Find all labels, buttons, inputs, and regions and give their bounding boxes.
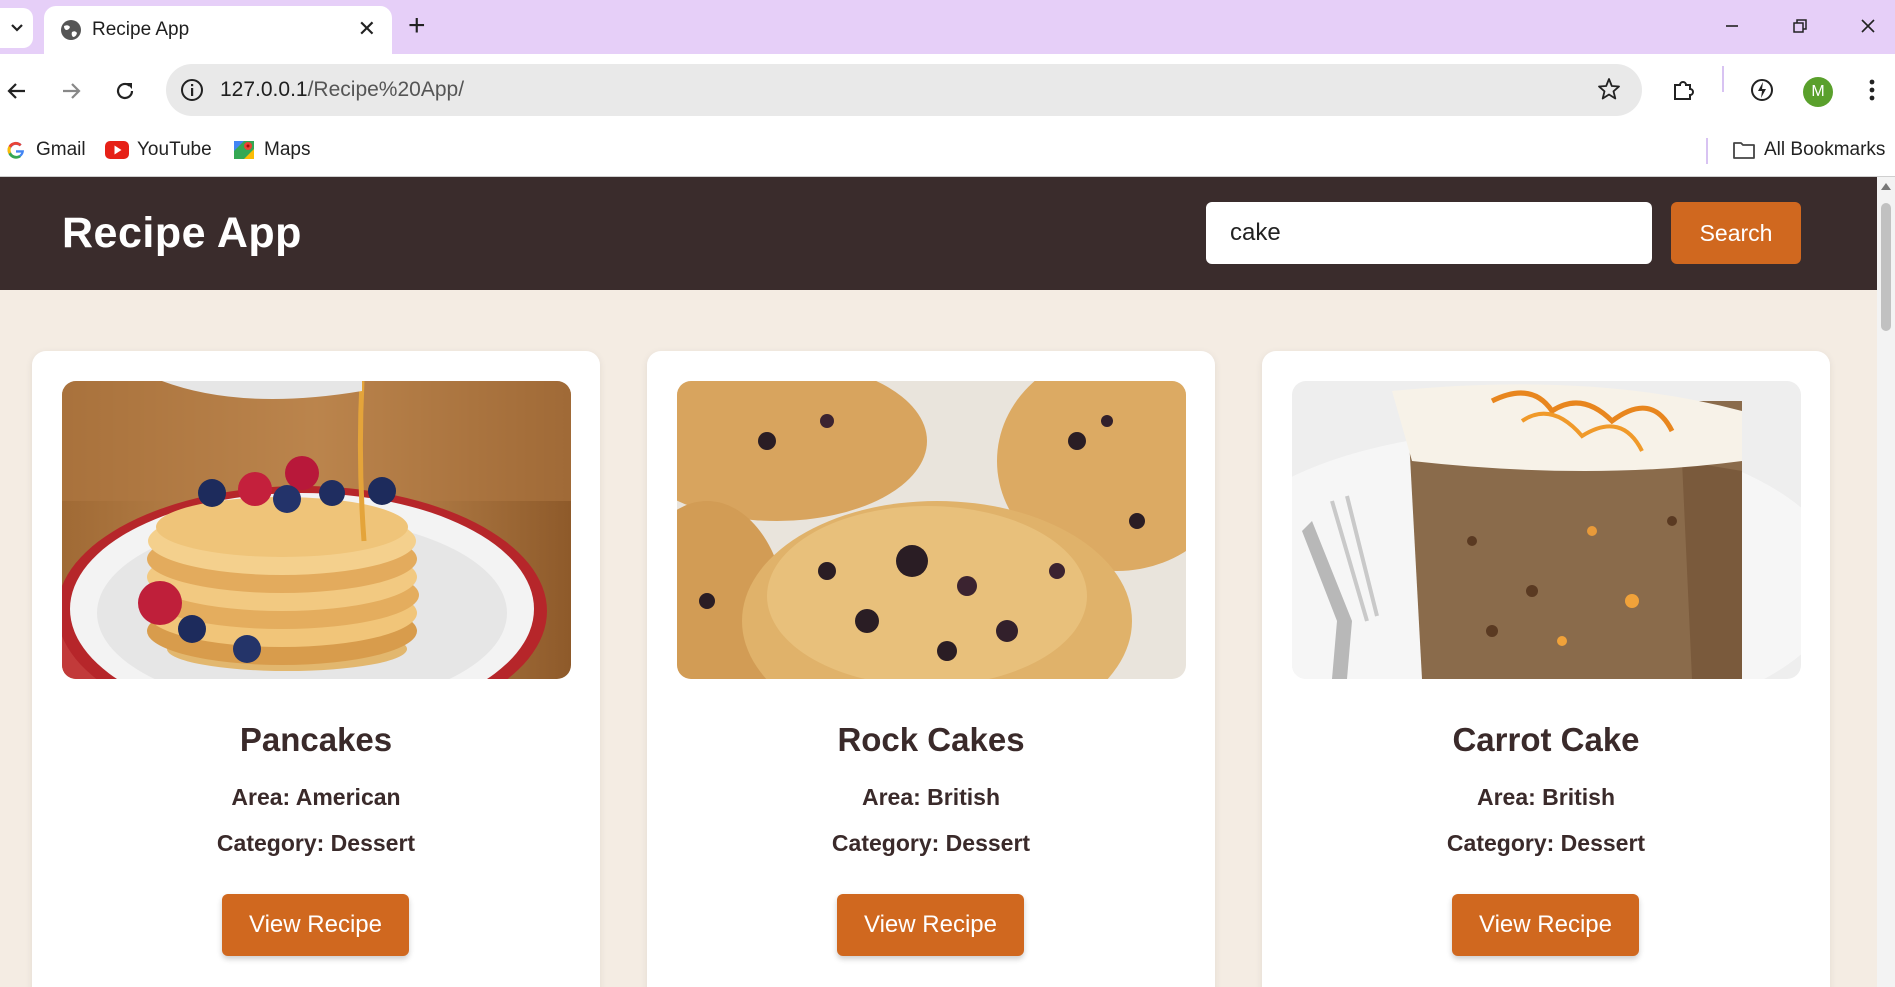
more-vertical-icon	[1869, 79, 1875, 101]
google-icon	[4, 138, 28, 162]
app-title: Recipe App	[62, 209, 302, 257]
site-info-icon[interactable]	[178, 76, 206, 104]
restore-button[interactable]	[1780, 10, 1820, 42]
close-window-button[interactable]	[1848, 10, 1888, 42]
recipe-image-carrot-cake	[1292, 381, 1801, 679]
forward-button[interactable]	[54, 74, 88, 108]
page-scrollbar[interactable]	[1877, 177, 1895, 987]
recipe-card: Rock Cakes Area: British Category: Desse…	[647, 351, 1215, 987]
recipe-card: Pancakes Area: American Category: Desser…	[32, 351, 600, 987]
scrollbar-thumb[interactable]	[1881, 203, 1891, 331]
close-tab-icon[interactable]: ✕	[358, 17, 376, 41]
back-button[interactable]	[0, 74, 34, 108]
address-bar[interactable]: 127.0.0.1/Recipe%20App/	[166, 64, 1642, 116]
folder-icon	[1732, 138, 1756, 162]
recipe-name: Carrot Cake	[1452, 721, 1640, 758]
toolbar-separator	[1722, 66, 1724, 92]
recipe-category: Category: Dessert	[1446, 830, 1646, 856]
scroll-up-arrow-icon[interactable]	[1881, 183, 1891, 190]
restore-icon	[1793, 19, 1807, 33]
view-recipe-button[interactable]: View Recipe	[1452, 894, 1639, 956]
bookmark-youtube[interactable]: YouTube	[105, 138, 212, 162]
bookmarks-separator	[1706, 138, 1708, 164]
recipe-category: Category: Dessert	[831, 830, 1031, 856]
view-recipe-button[interactable]: View Recipe	[837, 894, 1024, 956]
recipe-app-page: Recipe App Search	[0, 177, 1877, 987]
url-text: 127.0.0.1/Recipe%20App/	[220, 78, 465, 101]
browser-toolbar: 127.0.0.1/Recipe%20App/	[0, 54, 1895, 128]
reload-icon	[116, 82, 134, 100]
search-input[interactable]	[1206, 202, 1652, 264]
close-icon	[1861, 19, 1875, 33]
chevron-down-icon	[10, 24, 23, 32]
browser-tab-strip: Recipe App ✕ +	[0, 0, 1895, 54]
bookmarks-bar: Gmail YouTube Maps All Bookmarks	[0, 128, 1895, 177]
browser-tab-active[interactable]: Recipe App ✕	[44, 6, 392, 54]
recipe-area: Area: British	[861, 784, 1001, 810]
bookmark-star-icon[interactable]	[1596, 76, 1622, 102]
recipe-area: Area: American	[231, 784, 401, 810]
browser-menu-button[interactable]	[1856, 74, 1888, 106]
bookmark-gmail[interactable]: Gmail	[4, 138, 86, 162]
arrow-left-icon	[7, 83, 25, 99]
app-header: Recipe App Search	[0, 177, 1877, 290]
speedometer-icon	[1751, 79, 1773, 101]
reload-button[interactable]	[108, 74, 142, 108]
minimize-icon	[1726, 25, 1738, 27]
recipe-name: Rock Cakes	[837, 721, 1025, 758]
new-tab-button[interactable]: +	[408, 11, 426, 41]
tab-title: Recipe App	[92, 19, 190, 40]
recipe-image-pancakes	[62, 381, 571, 679]
performance-button[interactable]	[1746, 74, 1778, 106]
puzzle-icon	[1674, 81, 1694, 100]
recipe-card: Carrot Cake Area: British Category: Dess…	[1262, 351, 1830, 987]
tab-search-button[interactable]	[0, 8, 33, 48]
bookmark-maps[interactable]: Maps	[232, 138, 310, 162]
recipe-area: Area: British	[1476, 784, 1616, 810]
arrow-right-icon	[63, 83, 81, 99]
search-button[interactable]: Search	[1671, 202, 1801, 264]
minimize-button[interactable]	[1712, 10, 1752, 42]
youtube-icon	[105, 138, 129, 162]
maps-icon	[232, 138, 256, 162]
all-bookmarks-button[interactable]: All Bookmarks	[1732, 138, 1885, 162]
extensions-button[interactable]	[1668, 74, 1700, 106]
globe-icon	[61, 20, 81, 40]
recipe-category: Category: Dessert	[216, 830, 416, 856]
view-recipe-button[interactable]: View Recipe	[222, 894, 409, 956]
recipe-name: Pancakes	[239, 721, 393, 758]
recipe-image-rock-cakes	[677, 381, 1186, 679]
profile-avatar[interactable]: M	[1803, 77, 1833, 107]
